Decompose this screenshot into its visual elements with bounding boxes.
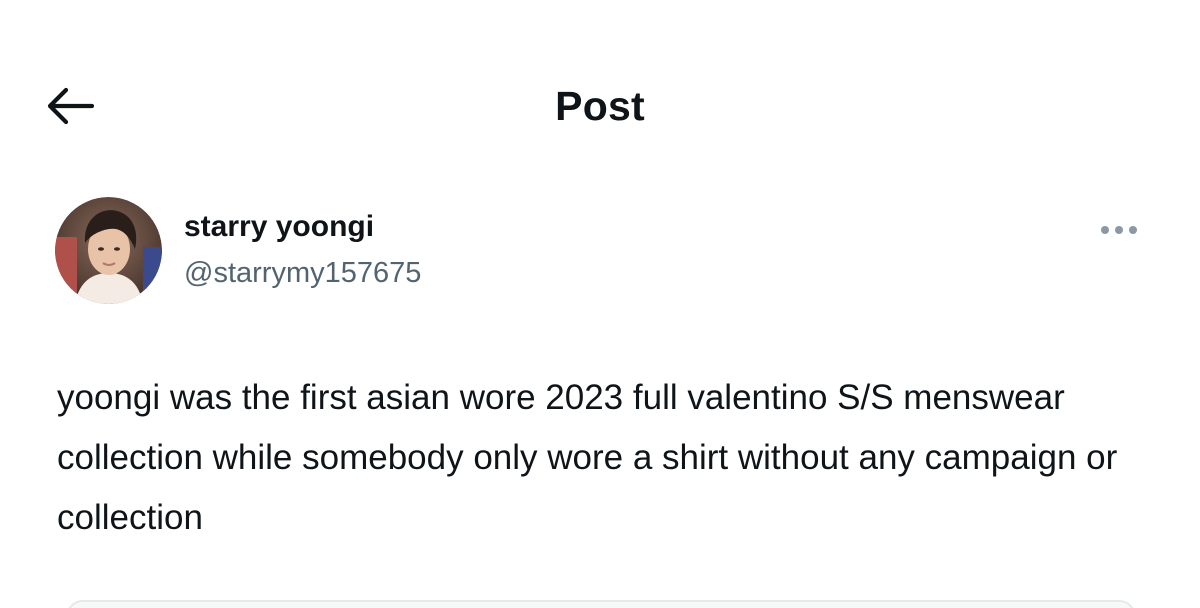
- post-screen: Post starry yoongi @starrymy157675 yoong…: [0, 0, 1200, 608]
- page-title: Post: [555, 83, 645, 129]
- avatar[interactable]: [55, 197, 162, 304]
- post-body-text: yoongi was the first asian wore 2023 ful…: [57, 378, 1118, 537]
- more-horizontal-icon: [1101, 226, 1137, 234]
- quoted-card-edge[interactable]: [66, 600, 1136, 608]
- more-options-button[interactable]: [1094, 215, 1144, 245]
- author-display-name[interactable]: starry yoongi: [184, 207, 374, 247]
- author-handle[interactable]: @starrymy157675: [184, 253, 421, 293]
- user-avatar: [55, 197, 162, 304]
